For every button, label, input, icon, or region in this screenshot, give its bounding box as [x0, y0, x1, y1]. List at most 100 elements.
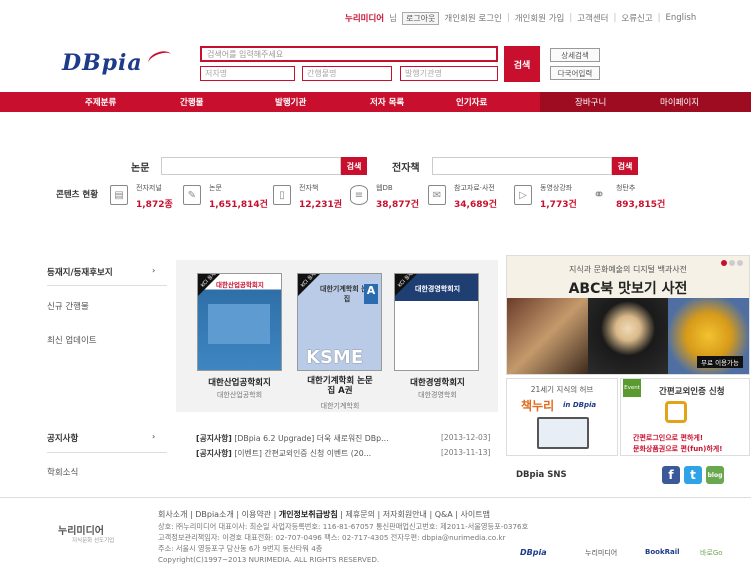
stat-name: 전자책 — [299, 184, 319, 192]
nurimedia-logo-sub: 지식문화 선도기업 — [72, 538, 115, 544]
book-title[interactable]: 대한경영학회지 — [385, 376, 490, 388]
stat-paper[interactable]: ✎ 논문 1,651,814건 — [183, 183, 268, 213]
stat-ebook[interactable]: ▯ 전자책 12,231권 — [273, 183, 343, 213]
nav-authors[interactable]: 저자 목록 — [370, 96, 404, 108]
menu-notice[interactable]: 공지사항 › — [47, 432, 167, 444]
girl-with-pearl-image — [587, 298, 669, 374]
util-link-login[interactable]: 개인회원 로그인 — [444, 12, 501, 24]
chaeknuri-promo[interactable]: 21세기 지식의 허브 책누리 in DBpia — [506, 378, 618, 456]
stat-video[interactable]: ▷ 동영상강좌 1,773건 — [514, 183, 584, 213]
util-link-english[interactable]: English — [666, 13, 697, 23]
divider — [47, 452, 167, 453]
detail-search-button[interactable]: 상세검색 — [550, 48, 600, 62]
promo-line: 간편로그인으로 편하게! — [633, 434, 704, 442]
util-link-report[interactable]: 오류신고 — [621, 12, 652, 24]
book-cover[interactable]: KCI 등재 대한기계학회 논문집 A KSME — [297, 273, 382, 371]
blog-icon[interactable]: blog — [706, 466, 724, 484]
nav-popular[interactable]: 인기자료 — [456, 96, 487, 108]
menu-label: 등재지/등재후보지 — [47, 268, 113, 278]
notice-date: [2013-12-03] — [441, 433, 491, 442]
search-input[interactable]: 검색어를 입력해주세요 — [200, 46, 498, 62]
user-name: 누리미디어 — [345, 14, 385, 24]
footer-info-line: 고객정보관리책임자: 이경호 대표전화: 02-707-0496 팩스: 02-… — [158, 533, 506, 542]
notice-tag: [공지사항] — [196, 449, 232, 458]
menu-new-journals[interactable]: 신규 간행물 — [47, 300, 167, 312]
envelope-icon: ✉ — [428, 185, 446, 205]
logout-button[interactable]: 로그아웃 — [401, 11, 440, 25]
footer-link[interactable]: DBpia소개 — [195, 510, 234, 519]
abc-book-banner[interactable]: 지식과 문화예술의 디지털 백과사전 ABC북 맛보기 사전 무료 이용가능 — [506, 255, 750, 375]
footer-link[interactable]: 제휴문의 — [346, 510, 375, 519]
menu-academic-news[interactable]: 학회소식 — [47, 466, 167, 478]
menu-latest-update[interactable]: 최신 업데이트 — [47, 334, 167, 346]
auth-event-promo[interactable]: Event 간편교외인증 신청 간편로그인으로 편하게! 문화상품권으로 편(f… — [620, 378, 750, 456]
database-icon: ≡ — [350, 185, 368, 205]
cover-title: 대한산업공학회지 — [216, 281, 264, 289]
stat-name: 논문 — [209, 184, 222, 192]
promo-text: 21세기 지식의 허브 — [530, 385, 594, 394]
footer-link[interactable]: 이용약관 — [242, 510, 271, 519]
partner-nurimedia-logo[interactable]: 누리미디어 — [585, 548, 617, 558]
paper-search-button[interactable]: 검색 — [341, 157, 367, 175]
multilang-input-button[interactable]: 다국어입력 — [550, 66, 600, 80]
footer-divider — [0, 497, 751, 498]
twitter-icon[interactable]: t — [684, 466, 702, 484]
footer-link[interactable]: 저자회원안내 — [383, 510, 427, 519]
stat-name: 청탄추 — [616, 184, 636, 192]
menu-registered-journals[interactable]: 등재지/등재후보지 › — [47, 266, 167, 278]
footer-link[interactable]: Q&A — [435, 510, 453, 519]
util-link-join[interactable]: 개인회원 가입 — [515, 12, 565, 24]
nav-mypage[interactable]: 마이페이지 — [660, 96, 699, 108]
notice-item[interactable]: [공지사항] [이벤트] 간편교외인증 신청 이벤트 (20... — [196, 448, 371, 459]
painting-image — [507, 298, 588, 374]
book-cover[interactable]: KCI 등재 대한산업공학회지 — [197, 273, 282, 371]
journal-input[interactable]: 간행물명 — [302, 66, 392, 81]
nav-subject[interactable]: 주제분류 — [85, 96, 116, 108]
nav-publishers[interactable]: 발행기관 — [275, 96, 306, 108]
search-button[interactable]: 검색 — [504, 46, 540, 82]
author-input[interactable]: 저자명 — [200, 66, 295, 81]
partner-bookrail-logo[interactable]: BookRail — [645, 548, 680, 556]
book-publisher: 대한기계학회 — [320, 402, 360, 410]
nav-dark-section — [540, 92, 751, 112]
nav-journals[interactable]: 간행물 — [180, 96, 203, 108]
paper-search-input[interactable] — [161, 157, 341, 175]
book-icon: ▯ — [273, 185, 291, 205]
book-title[interactable]: 대한기계학회 논문 집 A권 — [290, 376, 390, 396]
book-cover[interactable]: KCI 등재 대한경영학회지 — [394, 273, 479, 371]
stat-value: 1,872종 — [136, 200, 173, 210]
chevron-right-icon: › — [152, 432, 156, 441]
ebook-search-input[interactable] — [432, 157, 612, 175]
publisher-input[interactable]: 발행기관명 — [400, 66, 498, 81]
pencil-icon: ✎ — [183, 185, 201, 205]
partner-dbpia-logo[interactable]: DBpia — [520, 548, 547, 557]
banner-subtitle: 지식과 문화예술의 디지털 백과사전 — [568, 265, 688, 274]
dbpia-logo[interactable]: DBpia — [62, 50, 143, 76]
stat-reference[interactable]: ✉ 참고자료·사전 34,689건 — [428, 183, 508, 213]
facebook-icon[interactable]: f — [662, 466, 680, 484]
book-title[interactable]: 대한산업공학회지 — [182, 376, 297, 388]
volume-a-label: A — [364, 284, 378, 304]
footer-link[interactable]: 회사소개 — [158, 510, 187, 519]
monitor-icon — [537, 417, 589, 449]
ebook-search-button[interactable]: 검색 — [612, 157, 638, 175]
contents-status-label: 콘텐츠 현황 — [56, 190, 99, 200]
stat-webdb[interactable]: ≡ 웹DB 38,877건 — [350, 183, 420, 213]
footer-info-line: 상호: ㈜누리미디어 대표이사: 최순일 사업자등록번호: 116-81-670… — [158, 522, 529, 531]
dbpia-mini-logo: in DBpia — [563, 401, 597, 409]
footer-link-privacy[interactable]: 개인정보취급방침 — [279, 510, 338, 519]
notice-date: [2013-11-13] — [441, 448, 491, 457]
notice-item[interactable]: [공지사항] [DBpia 6.2 Upgrade] 더욱 새로워진 DBp..… — [196, 433, 389, 444]
partner-barogo-logo[interactable]: 바로Go — [700, 548, 723, 558]
util-link-support[interactable]: 고객센터 — [577, 12, 608, 24]
footer-link[interactable]: 사이트맵 — [460, 510, 489, 519]
main-nav: 주제분류 간행물 발행기관 저자 목록 인기자료 장바구니 마이페이지 — [0, 92, 751, 112]
nurimedia-logo[interactable]: 누리미디어 — [58, 522, 104, 537]
stat-value: 38,877건 — [376, 200, 420, 210]
user-suffix: 님 — [389, 14, 397, 24]
stat-journal[interactable]: ▤ 전자저널 1,872종 — [110, 183, 180, 213]
banner-title: ABC북 맛보기 사전 — [568, 281, 688, 297]
footer-info-line: 주소: 서울시 영등포구 당산동 6가 9번지 동산타워 4층 — [158, 544, 323, 553]
stat-citation[interactable]: ⚭ 청탄추 893,815건 — [590, 183, 670, 213]
nav-cart[interactable]: 장바구니 — [575, 96, 606, 108]
